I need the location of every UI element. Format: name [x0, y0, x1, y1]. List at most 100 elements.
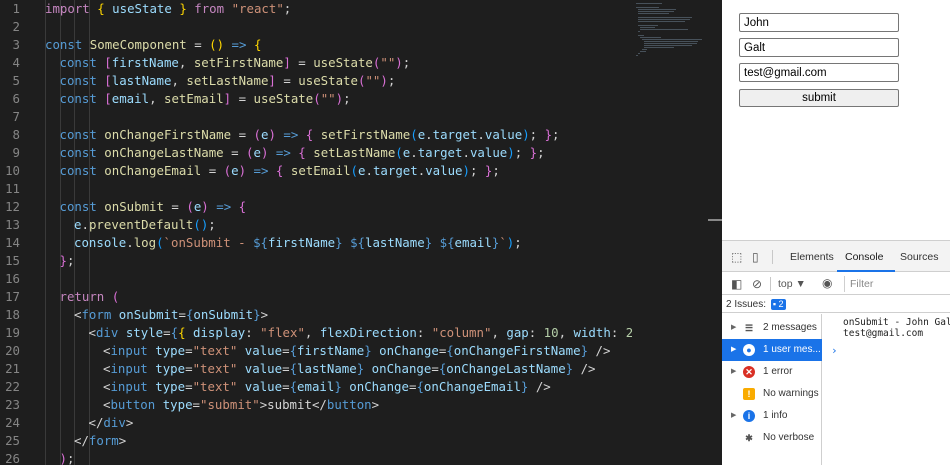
console-prompt[interactable]: › — [831, 344, 838, 357]
line-number: 23 — [5, 397, 20, 412]
code-line[interactable]: 7 — [0, 108, 632, 126]
code-editor[interactable]: 1 import { useState } from "react"; 2 3 cons… — [0, 0, 708, 465]
code-line[interactable]: 23 <button type="submit">submit</button> — [0, 396, 632, 414]
code-token: ${ — [439, 235, 455, 250]
line-number: 25 — [5, 433, 20, 448]
code-line[interactable]: 19 <div style={{ display: "flex", flexDir… — [0, 324, 678, 342]
code-line[interactable]: 18 <form onSubmit={onSubmit}> — [0, 306, 632, 324]
line-number: 12 — [5, 199, 20, 214]
email-input[interactable] — [739, 63, 899, 82]
last-name-input[interactable] — [739, 38, 899, 57]
sidebar-item-label: No warnings — [763, 388, 819, 399]
code-token: } — [529, 145, 538, 160]
code-line[interactable]: 5 const [lastName, setLastName] = useStat… — [0, 72, 632, 90]
code-token: input — [110, 379, 148, 394]
code-token: value — [484, 127, 523, 142]
expand-arrow-icon[interactable]: ▶ — [731, 405, 736, 427]
sidebar-toggle-icon[interactable]: ◧ — [731, 278, 742, 290]
code-line[interactable]: 22 <input type="text" value={email} onCha… — [0, 378, 632, 396]
expand-arrow-icon[interactable]: ▶ — [731, 317, 736, 339]
code-token: ; — [66, 253, 75, 268]
code-line[interactable]: 17 return ( — [0, 288, 632, 306]
sidebar-item[interactable]: ▶ i 1 info — [722, 405, 822, 427]
code-text: </div> — [89, 414, 134, 432]
line-number: 10 — [5, 163, 20, 178]
code-token: ; — [66, 451, 75, 465]
code-token: email — [111, 91, 150, 106]
code-token: "" — [365, 73, 381, 88]
filter-input[interactable]: Filter — [844, 276, 950, 292]
code-token: onSubmit — [118, 307, 179, 322]
code-token: = — [431, 361, 439, 376]
code-token: value — [469, 145, 508, 160]
code-line[interactable]: 16 — [0, 270, 632, 288]
code-line[interactable]: 21 <input type="text" value={lastName} on… — [0, 360, 632, 378]
expand-arrow-icon[interactable]: ▶ — [731, 361, 736, 383]
code-token: 10 — [543, 325, 559, 340]
code-line[interactable]: 25 </form> — [0, 432, 632, 450]
issues-bar[interactable]: 2 Issues: ▪ 2 — [722, 296, 950, 313]
device-toggle-icon[interactable]: ▯ — [752, 251, 759, 263]
submit-button[interactable]: submit — [739, 89, 899, 107]
code-line[interactable]: 11 — [0, 180, 632, 198]
code-line[interactable]: 10 const onChangeEmail = (e) => { setEmai… — [0, 162, 632, 180]
issues-badge[interactable]: ▪ 2 — [770, 299, 786, 310]
first-name-input[interactable] — [739, 13, 899, 32]
code-area[interactable]: 1 import { useState } from "react"; 2 3 cons… — [0, 0, 678, 465]
code-line[interactable]: 15}; — [0, 252, 632, 270]
code-line[interactable]: 3 const SomeComponent = () => { — [0, 36, 632, 54]
code-line[interactable]: 20 <input type="text" value={firstName} o… — [0, 342, 632, 360]
code-token: ) — [395, 55, 403, 70]
code-line[interactable]: 9 const onChangeLastName = (e) => { setLa… — [0, 144, 632, 162]
eye-icon[interactable]: ◉ — [822, 277, 832, 289]
line-number: 21 — [5, 361, 20, 376]
code-token: setLastName — [313, 145, 396, 160]
code-token: style — [125, 325, 164, 340]
code-line[interactable]: 14 console.log(`onSubmit - ${firstName} $… — [0, 234, 632, 252]
tab-elements[interactable]: Elements — [790, 251, 834, 263]
code-token: value — [244, 361, 283, 376]
minimap-line — [638, 13, 670, 14]
line-number: 8 — [12, 127, 20, 142]
code-line[interactable]: 4 const [firstName, setFirstName] = useSt… — [0, 54, 632, 72]
inspect-icon[interactable]: ⬚ — [731, 251, 742, 263]
editor-scrollbar[interactable] — [708, 0, 722, 465]
code-line[interactable]: 24 </div> — [0, 414, 632, 432]
context-selector[interactable]: top ▼ — [778, 278, 806, 290]
code-line[interactable]: 1 import { useState } from "react"; — [0, 0, 632, 18]
code-token: ; — [514, 145, 530, 160]
console-output[interactable]: onSubmit - John Galt test@gmail.com › — [823, 314, 950, 465]
code-line[interactable]: 26); — [0, 450, 632, 465]
code-token: "flex" — [260, 325, 305, 340]
sidebar-item[interactable]: ▶ ✕ 1 error — [722, 361, 822, 383]
minimap[interactable] — [632, 0, 708, 465]
message-icon: ▪ — [772, 299, 777, 309]
code-line[interactable]: 13 e.preventDefault(); — [0, 216, 632, 234]
sidebar-item[interactable]: ▶ ● 1 user mes... — [722, 339, 822, 361]
code-token: /> — [528, 379, 551, 394]
code-text: const onSubmit = (e) => { — [60, 198, 247, 216]
sidebar-item[interactable]: ▶ ☰ 2 messages — [722, 317, 822, 339]
code-token: /> — [588, 343, 611, 358]
minimap-line — [644, 47, 674, 48]
code-token: ; — [387, 73, 396, 88]
code-token: = — [223, 145, 247, 160]
code-line[interactable]: 8 const onChangeFirstName = (e) => { setF… — [0, 126, 632, 144]
code-line[interactable]: 2 — [0, 18, 632, 36]
tab-console[interactable]: Console — [845, 251, 884, 263]
code-token: type — [155, 361, 186, 376]
code-line[interactable]: 12 const onSubmit = (e) => { — [0, 198, 632, 216]
tab-sources[interactable]: Sources — [900, 251, 939, 263]
sidebar-item[interactable]: ✱ No verbose — [722, 427, 822, 449]
code-token: "column" — [431, 325, 492, 340]
sidebar-item[interactable]: ! No warnings — [722, 383, 822, 405]
code-text: </form> — [74, 432, 126, 450]
code-token: = — [231, 127, 254, 142]
expand-arrow-icon[interactable]: ▶ — [731, 339, 736, 361]
code-line[interactable]: 6 const [email, setEmail] = useState(""); — [0, 90, 632, 108]
scrollbar-thumb[interactable] — [708, 219, 722, 221]
clear-console-icon[interactable]: ⊘ — [752, 278, 762, 290]
